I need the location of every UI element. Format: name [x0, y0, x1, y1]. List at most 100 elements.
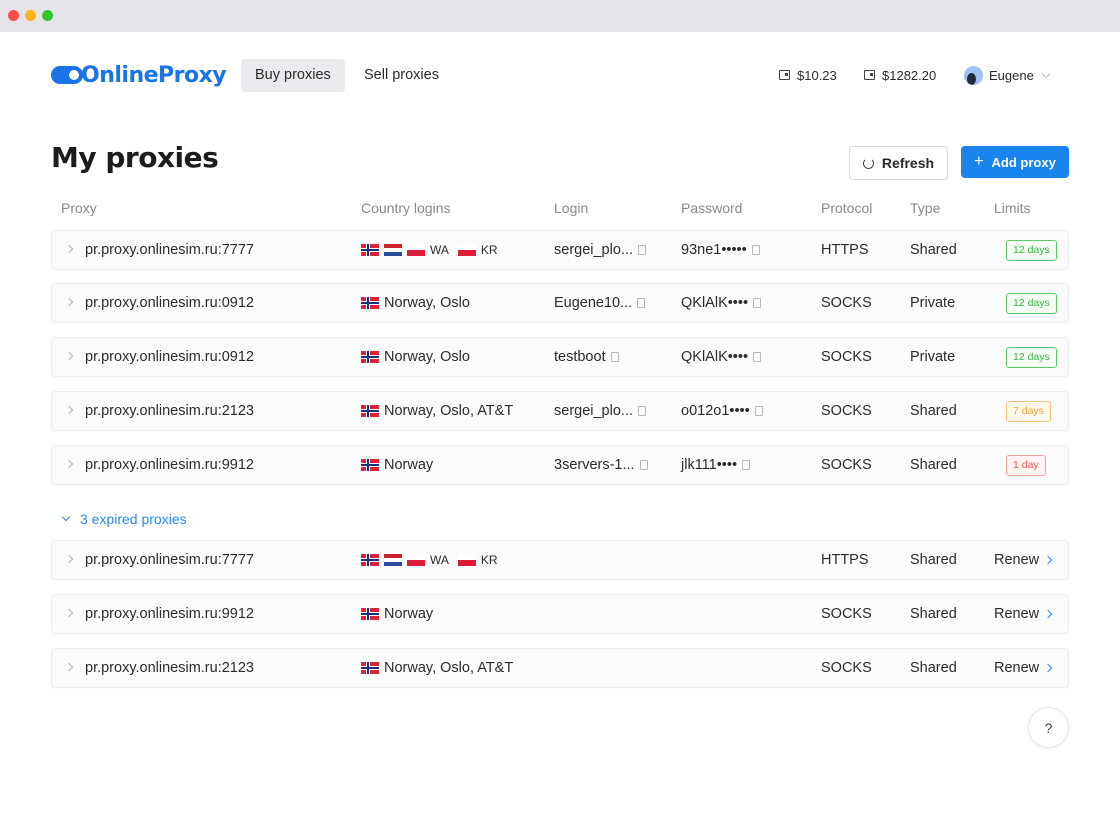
proxy-address: pr.proxy.onlinesim.ru:2123: [85, 403, 254, 419]
country-code: WA: [430, 553, 449, 567]
expired-proxy-row[interactable]: pr.proxy.onlinesim.ru:7777 WA KR HTTPS S…: [51, 540, 1069, 580]
user-menu[interactable]: Eugene: [964, 65, 1051, 85]
limit-badge: 12 days: [1006, 239, 1057, 261]
proxy-row[interactable]: pr.proxy.onlinesim.ru:7777 WA KR sergei_…: [51, 230, 1069, 270]
balance-primary[interactable]: $10.23: [779, 65, 837, 85]
proxy-type: Private: [910, 349, 956, 365]
chevron-right-icon[interactable]: [64, 244, 74, 254]
refresh-icon: [862, 157, 874, 169]
proxy-row[interactable]: pr.proxy.onlinesim.ru:0912 Norway, Oslo …: [51, 337, 1069, 377]
help-button[interactable]: ?: [1028, 707, 1069, 748]
chevron-right-icon: [1043, 663, 1053, 673]
country-logins: WA KR: [361, 541, 502, 579]
proxy-type: Shared: [910, 242, 957, 258]
norway-flag-icon: [361, 662, 379, 674]
nav-sell-proxies[interactable]: Sell proxies: [350, 59, 453, 92]
country-logins: Norway, Oslo, AT&T: [361, 649, 513, 687]
copy-icon[interactable]: [610, 352, 619, 362]
protocol: SOCKS: [821, 403, 872, 419]
expired-proxies-toggle[interactable]: 3 expired proxies: [61, 509, 187, 529]
chevron-right-icon[interactable]: [64, 297, 74, 307]
password-cell: QKlAlK••••: [681, 338, 762, 376]
copy-icon[interactable]: [742, 460, 751, 470]
balance-value: $10.23: [797, 67, 837, 83]
poland-flag-icon: [457, 244, 476, 256]
login-cell: sergei_plo...: [554, 231, 646, 269]
password-value: 93ne1•••••: [681, 242, 747, 258]
avatar: [964, 65, 983, 85]
country-text: Norway: [384, 606, 434, 622]
maximize-window-button[interactable]: [42, 10, 53, 21]
refresh-button[interactable]: Refresh: [849, 146, 948, 180]
country-logins: Norway, Oslo: [361, 338, 470, 376]
proxy-address: pr.proxy.onlinesim.ru:0912: [85, 295, 254, 311]
expired-proxy-row[interactable]: pr.proxy.onlinesim.ru:9912 Norway SOCKS …: [51, 594, 1069, 634]
copy-icon[interactable]: [753, 352, 762, 362]
copy-icon[interactable]: [637, 298, 646, 308]
renew-label: Renew: [994, 660, 1040, 676]
column-header-protocol: Protocol: [821, 200, 873, 216]
proxy-address: pr.proxy.onlinesim.ru:9912: [85, 457, 254, 473]
netherlands-flag-icon: [384, 244, 402, 256]
chevron-right-icon[interactable]: [64, 662, 74, 672]
expired-proxy-row[interactable]: pr.proxy.onlinesim.ru:2123 Norway, Oslo,…: [51, 648, 1069, 688]
proxy-row[interactable]: pr.proxy.onlinesim.ru:2123 Norway, Oslo,…: [51, 391, 1069, 431]
expired-label: 3 expired proxies: [80, 511, 187, 527]
password-value: o012o1••••: [681, 403, 750, 419]
chevron-right-icon[interactable]: [64, 351, 74, 361]
chevron-right-icon[interactable]: [64, 608, 74, 618]
country-logins: Norway: [361, 595, 433, 633]
login-value: testboot: [554, 349, 606, 365]
proxy-address: pr.proxy.onlinesim.ru:0912: [85, 349, 254, 365]
login-value: sergei_plo...: [554, 242, 633, 258]
copy-icon[interactable]: [638, 406, 646, 416]
login-value: 3servers-1...: [554, 457, 635, 473]
minimize-window-button[interactable]: [25, 10, 36, 21]
password-cell: jlk111••••: [681, 446, 751, 484]
country-code: KR: [480, 553, 498, 567]
close-window-button[interactable]: [8, 10, 19, 21]
login-cell: testboot: [554, 338, 619, 376]
copy-icon[interactable]: [638, 245, 646, 255]
balance-secondary[interactable]: $1282.20: [864, 65, 936, 85]
password-value: jlk111••••: [681, 457, 738, 473]
renew-link[interactable]: Renew: [994, 595, 1053, 633]
country-code: KR: [480, 243, 498, 257]
add-proxy-button[interactable]: + Add proxy: [961, 146, 1069, 178]
plus-icon: +: [974, 153, 984, 170]
password-cell: o012o1••••: [681, 392, 763, 430]
copy-icon[interactable]: [751, 245, 760, 255]
chevron-right-icon[interactable]: [64, 405, 74, 415]
logo[interactable]: OnlineProxy: [51, 60, 227, 90]
renew-link[interactable]: Renew: [994, 649, 1053, 687]
poland-flag-icon: [407, 554, 425, 566]
chevron-right-icon[interactable]: [64, 459, 74, 469]
title-bar: [0, 0, 1120, 32]
wallet-icon: [779, 70, 790, 80]
country-text: Norway, Oslo: [384, 295, 470, 311]
column-header-login: Login: [554, 200, 589, 216]
proxy-row[interactable]: pr.proxy.onlinesim.ru:0912 Norway, Oslo …: [51, 283, 1069, 323]
limit-badge: 1 day: [1006, 454, 1046, 476]
app-window: OnlineProxy Buy proxies Sell proxies $10…: [0, 0, 1120, 833]
norway-flag-icon: [361, 608, 379, 620]
proxy-type: Shared: [910, 403, 957, 419]
limit-badge: 12 days: [1006, 292, 1057, 314]
copy-icon[interactable]: [639, 460, 648, 470]
renew-link[interactable]: Renew: [994, 541, 1053, 579]
limit-badge: 7 days: [1006, 400, 1051, 422]
norway-flag-icon: [361, 244, 379, 256]
chevron-right-icon[interactable]: [64, 554, 74, 564]
proxy-address: pr.proxy.onlinesim.ru:2123: [85, 660, 254, 676]
nav-buy-proxies[interactable]: Buy proxies: [241, 59, 345, 92]
proxy-address: pr.proxy.onlinesim.ru:9912: [85, 606, 254, 622]
protocol: SOCKS: [821, 295, 872, 311]
page-title: My proxies: [51, 141, 219, 174]
copy-icon[interactable]: [753, 298, 762, 308]
limit-cell: 1 day: [1006, 446, 1046, 484]
proxy-row[interactable]: pr.proxy.onlinesim.ru:9912 Norway 3serve…: [51, 445, 1069, 485]
copy-icon[interactable]: [754, 406, 763, 416]
limit-badge: 12 days: [1006, 346, 1057, 368]
norway-flag-icon: [361, 351, 379, 363]
password-cell: QKlAlK••••: [681, 284, 762, 322]
